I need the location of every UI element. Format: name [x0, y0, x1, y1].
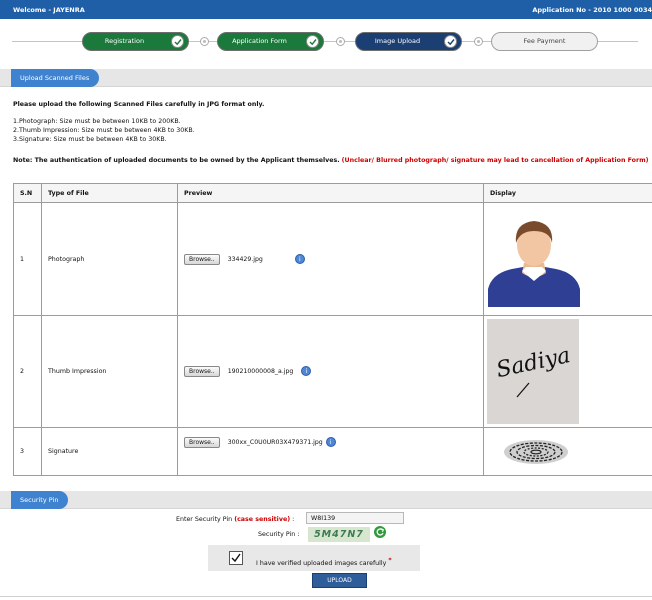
size-rule-signature: 3.Signature: Size must be between 4KB to… — [13, 136, 167, 143]
table-header-row: S.N Type of File Preview Display — [13, 183, 652, 203]
checkmark-icon — [231, 553, 241, 563]
fingerprint-icon — [504, 439, 568, 464]
note-text: Note: The authentication of uploaded doc… — [13, 157, 340, 164]
row-file-type: Thumb Impression — [41, 315, 178, 428]
row-display — [483, 202, 652, 316]
welcome-text: Welcome - JAYENRA — [13, 6, 85, 14]
row-preview: Browse.. 190210000008_a.jpg i — [177, 315, 484, 428]
row-display: Sadiya — [483, 315, 652, 428]
required-asterisk: * — [388, 557, 392, 564]
file-name: 334429.jpg — [227, 255, 263, 263]
table-row: 3 Signature Browse.. 300xx_C0U0UR03X4793… — [13, 427, 652, 476]
step-connector-dot — [474, 37, 483, 46]
signature-stroke-icon: Sadiya — [494, 343, 573, 398]
step-connector-dot — [200, 37, 209, 46]
security-pin-label: Security Pin : — [258, 531, 300, 538]
file-name: 300xx_C0U0UR03X479371.jpg — [227, 439, 323, 446]
refresh-captcha-icon[interactable] — [374, 526, 386, 538]
size-rule-thumb: 2.Thumb Impression: Size must be between… — [13, 127, 195, 134]
enter-security-pin-label: Enter Security Pin (case sensitive) : — [176, 516, 294, 523]
row-file-type: Signature — [41, 427, 178, 476]
signature-text: Sadiya — [494, 343, 572, 383]
files-table: S.N Type of File Preview Display 1 Photo… — [13, 183, 652, 476]
step-label: Registration — [104, 37, 145, 45]
note-warning: (Unclear/ Blurred photograph/ signature … — [341, 157, 649, 164]
verify-checkbox[interactable] — [229, 551, 243, 565]
upload-button[interactable]: UPLOAD — [312, 573, 367, 588]
row-file-type: Photograph — [41, 202, 178, 316]
browse-button[interactable]: Browse.. — [184, 437, 220, 448]
column-header-preview: Preview — [177, 183, 484, 203]
step-fee-payment[interactable]: Fee Payment — [491, 32, 598, 51]
security-section-bar: Security Pin — [0, 491, 652, 509]
info-icon[interactable]: i — [301, 366, 312, 376]
authentication-note: Note: The authentication of uploaded doc… — [13, 157, 651, 165]
info-icon[interactable]: i — [294, 253, 305, 264]
step-label: Image Upload — [374, 37, 421, 45]
column-header-sn: S.N — [13, 183, 42, 203]
enter-pin-text: Enter Security Pin — [176, 516, 233, 523]
security-section-title: Security Pin — [11, 491, 69, 509]
security-pin-input[interactable]: W8I139 — [306, 512, 404, 524]
signature-image: Sadiya — [487, 319, 579, 424]
browse-button[interactable]: Browse.. — [184, 253, 220, 265]
step-registration[interactable]: Registration — [82, 32, 189, 51]
info-icon[interactable]: i — [325, 437, 336, 447]
file-name: 190210000008_a.jpg — [227, 368, 294, 375]
table-row: 2 Thumb Impression Browse.. 190210000008… — [13, 315, 652, 428]
step-label: Fee Payment — [523, 37, 566, 45]
check-icon — [171, 34, 184, 48]
row-sn: 3 — [13, 427, 42, 476]
step-label: Application Form — [232, 37, 287, 45]
row-preview: Browse.. 334429.jpg i — [177, 202, 484, 316]
check-icon — [306, 34, 319, 48]
row-sn: 1 — [13, 202, 42, 316]
column-header-type: Type of File — [41, 183, 178, 203]
row-preview: Browse.. 300xx_C0U0UR03X479371.jpg i — [177, 427, 484, 476]
verify-label: I have verified uploaded images carefull… — [256, 557, 392, 567]
step-connector-dot — [336, 37, 345, 46]
table-row: 1 Photograph Browse.. 334429.jpg i — [13, 202, 652, 316]
case-sensitive-note: (case sensitive) — [234, 516, 291, 523]
upload-section-bar: Upload Scanned Files — [0, 69, 652, 87]
header-bar: Welcome - JAYENRA Application No - 2010 … — [0, 0, 652, 19]
verify-text: I have verified uploaded images carefull… — [256, 560, 387, 567]
step-image-upload[interactable]: Image Upload — [355, 32, 462, 51]
progress-steps: Registration Application Form Image Uplo… — [12, 31, 638, 53]
size-rule-photograph: 1.Photograph: Size must be between 10KB … — [13, 118, 181, 125]
upload-intro: Please upload the following Scanned File… — [13, 101, 265, 108]
upload-section-title: Upload Scanned Files — [11, 69, 100, 87]
column-header-display: Display — [483, 183, 652, 203]
browse-button[interactable]: Browse.. — [184, 366, 220, 377]
row-sn: 2 — [13, 315, 42, 428]
row-display — [483, 427, 652, 476]
check-icon — [444, 34, 457, 48]
step-application-form[interactable]: Application Form — [217, 32, 324, 51]
footer-divider — [0, 596, 652, 597]
application-number: Application No - 2010 1000 0034 — [532, 6, 652, 14]
captcha-image: 5M47N7 — [308, 527, 370, 542]
person-avatar-icon — [488, 221, 580, 307]
label-colon: : — [292, 516, 295, 523]
